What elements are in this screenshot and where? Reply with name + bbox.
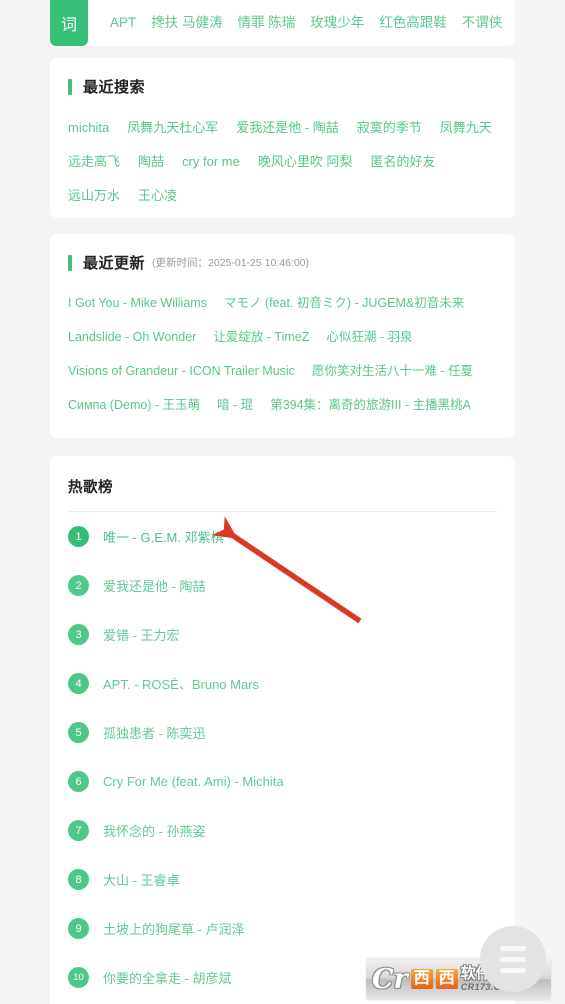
recent-search-header: 最近搜索: [50, 58, 515, 97]
rank-badge: 9: [68, 918, 89, 939]
recent-search-item[interactable]: 爱我还是他 - 陶喆: [236, 111, 339, 145]
list-item[interactable]: 9 土坡上的狗尾草 - 卢润泽: [68, 904, 497, 953]
list-item[interactable]: 1 唯一 - G.E.M. 邓紫棋: [68, 512, 497, 561]
rank-badge: 5: [68, 722, 89, 743]
recent-search-item[interactable]: 远山万水: [68, 179, 120, 213]
hot-tag-item[interactable]: APT: [110, 16, 136, 30]
recent-search-item[interactable]: 凤舞九天: [440, 111, 492, 145]
recent-search-item[interactable]: 远走高飞: [68, 145, 120, 179]
lyrics-mode-badge[interactable]: 词: [50, 0, 88, 46]
recent-search-card: 最近搜索 michita 凤舞九天杜心军 爱我还是他 - 陶喆 寂寞的季节 凤舞…: [50, 58, 515, 218]
hot-tag-item[interactable]: 玫瑰少年: [310, 16, 364, 30]
page-root: 词 APT 搀扶 马健涛 情罪 陈瑞 玫瑰少年 红色高跟鞋 不谓侠 最近搜索 m…: [0, 0, 565, 1004]
song-title[interactable]: 孤独患者 - 陈奕迅: [103, 723, 206, 742]
list-item[interactable]: 4 APT. - ROSÉ、Bruno Mars: [68, 659, 497, 708]
rank-badge: 7: [68, 820, 89, 841]
recent-update-card: 最近更新 (更新时间：2025-01-25 10:46:00) I Got Yo…: [50, 234, 515, 438]
recent-update-item[interactable]: Симпа (Demo) - 王玉萌: [68, 388, 200, 422]
recent-search-item[interactable]: 晚风心里吹 阿梨: [258, 145, 353, 179]
watermark-cr-text: Cr: [372, 963, 408, 995]
recent-update-item[interactable]: I Got You - Mike Williams: [68, 286, 207, 320]
recent-update-title: 最近更新: [83, 255, 146, 272]
accent-bar-icon: [68, 78, 72, 95]
rank-badge: 2: [68, 575, 89, 596]
recent-search-item[interactable]: michita: [68, 111, 109, 145]
song-title[interactable]: 爱错 - 王力宏: [103, 625, 180, 644]
recent-search-title: 最近搜索: [83, 79, 146, 96]
rank-badge: 3: [68, 624, 89, 645]
watermark-xi-2: 西: [435, 969, 458, 989]
accent-bar-icon: [68, 254, 72, 271]
rank-badge: 4: [68, 673, 89, 694]
recent-update-item[interactable]: 让爱绽放 - TimeZ: [213, 320, 309, 354]
recent-update-list: I Got You - Mike Williams マモノ (feat. 初音ミ…: [50, 273, 515, 440]
hot-tag-list: APT 搀扶 马健涛 情罪 陈瑞 玫瑰少年 红色高跟鞋 不谓侠: [88, 0, 515, 46]
list-item[interactable]: 3 爱错 - 王力宏: [68, 610, 497, 659]
watermark-xi-1: 西: [410, 969, 433, 989]
song-title[interactable]: APT. - ROSÉ、Bruno Mars: [103, 674, 259, 693]
hamburger-menu-icon: [500, 967, 526, 973]
hot-chart-card: 热歌榜 1 唯一 - G.E.M. 邓紫棋 2 爱我还是他 - 陶喆 3 爱错 …: [50, 456, 515, 1004]
song-title[interactable]: 土坡上的狗尾草 - 卢润泽: [103, 919, 245, 938]
recent-update-header: 最近更新 (更新时间：2025-01-25 10:46:00): [50, 234, 515, 273]
recent-search-item[interactable]: 寂寞的季节: [357, 111, 422, 145]
floating-menu-button[interactable]: [480, 926, 546, 992]
hamburger-menu-icon: [500, 956, 526, 962]
recent-search-list: michita 凤舞九天杜心军 爱我还是他 - 陶喆 寂寞的季节 凤舞九天 远走…: [50, 97, 515, 231]
recent-update-item[interactable]: 第394集：离奇的旅游III - 主播黑桃A: [270, 388, 471, 422]
hot-tag-item[interactable]: 搀扶 马健涛: [151, 16, 222, 30]
recent-search-item[interactable]: 凤舞九天杜心军: [127, 111, 218, 145]
recent-search-item[interactable]: 匿名的好友: [370, 145, 435, 179]
song-title[interactable]: Cry For Me (feat. Ami) - Michita: [103, 774, 284, 789]
list-item[interactable]: 8 大山 - 王睿卓: [68, 855, 497, 904]
recent-search-item[interactable]: 陶喆: [138, 145, 164, 179]
rank-badge: 10: [68, 967, 89, 988]
recent-update-item[interactable]: マモノ (feat. 初音ミク) - JUGEM&初音未来: [224, 286, 464, 320]
recent-update-item[interactable]: 心似狂潮 - 羽泉: [326, 320, 412, 354]
song-title[interactable]: 爱我还是他 - 陶喆: [103, 576, 206, 595]
list-item[interactable]: 5 孤独患者 - 陈奕迅: [68, 708, 497, 757]
recent-update-item[interactable]: Landslide - Oh Wonder: [68, 320, 196, 354]
rank-badge: 6: [68, 771, 89, 792]
list-item[interactable]: 7 我怀念的 - 孙燕姿: [68, 806, 497, 855]
recent-search-item[interactable]: cry for me: [182, 145, 240, 179]
song-title[interactable]: 大山 - 王睿卓: [103, 870, 180, 889]
song-title[interactable]: 你要的全拿走 - 胡彦斌: [103, 968, 232, 987]
list-item[interactable]: 2 爱我还是他 - 陶喆: [68, 561, 497, 610]
search-tag-bar: 词 APT 搀扶 马健涛 情罪 陈瑞 玫瑰少年 红色高跟鞋 不谓侠: [50, 0, 515, 46]
hot-tag-item[interactable]: 不谓侠: [462, 16, 503, 30]
song-title[interactable]: 我怀念的 - 孙燕姿: [103, 821, 206, 840]
rank-badge: 8: [68, 869, 89, 890]
recent-search-item[interactable]: 王心凌: [138, 179, 177, 213]
song-title[interactable]: 唯一 - G.E.M. 邓紫棋: [103, 527, 224, 546]
hot-tag-item[interactable]: 红色高跟鞋: [379, 16, 447, 30]
hot-chart-list: 1 唯一 - G.E.M. 邓紫棋 2 爱我还是他 - 陶喆 3 爱错 - 王力…: [50, 512, 515, 1002]
hamburger-menu-icon: [500, 945, 526, 951]
recent-update-item[interactable]: 喑 - 琨: [217, 388, 253, 422]
rank-badge: 1: [68, 526, 89, 547]
recent-update-item[interactable]: 愿你笑对生活八十一难 - 任夏: [312, 354, 473, 388]
list-item[interactable]: 6 Cry For Me (feat. Ami) - Michita: [68, 757, 497, 806]
hot-tag-item[interactable]: 情罪 陈瑞: [238, 16, 296, 30]
recent-update-timestamp: (更新时间：2025-01-25 10:46:00): [152, 256, 310, 269]
hot-chart-title: 热歌榜: [68, 480, 113, 496]
recent-update-item[interactable]: Visions of Grandeur - ICON Trailer Music: [68, 354, 295, 388]
